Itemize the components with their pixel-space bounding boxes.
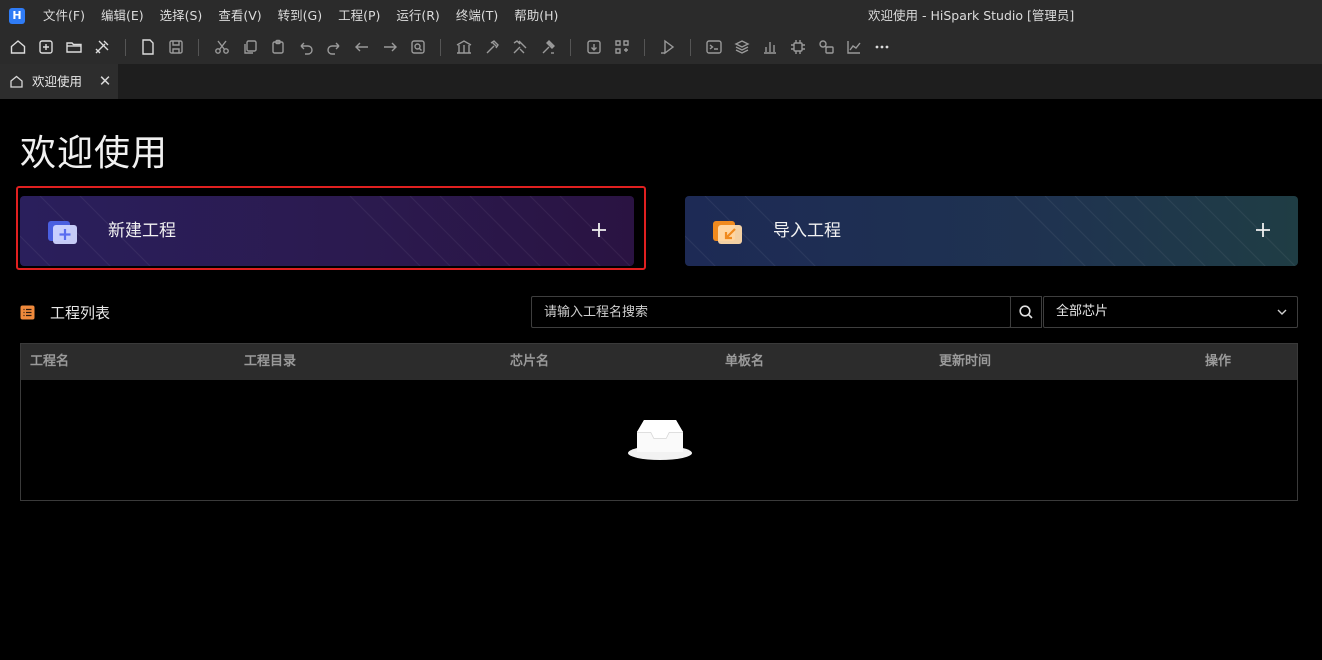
chip-filter-value: 全部芯片 bbox=[1056, 304, 1109, 319]
new-file-plus-icon[interactable] bbox=[36, 37, 56, 57]
menu-edit[interactable]: 编辑(E) bbox=[93, 0, 152, 31]
column-board-name: 单板名 bbox=[725, 354, 765, 369]
chip-icon[interactable] bbox=[788, 37, 808, 57]
more-icon[interactable] bbox=[872, 37, 892, 57]
plus-icon bbox=[1256, 223, 1270, 237]
toolbar bbox=[0, 31, 1322, 64]
back-icon[interactable] bbox=[352, 37, 372, 57]
chip-filter-select[interactable]: 全部芯片 bbox=[1043, 296, 1298, 328]
empty-inbox-icon bbox=[628, 420, 692, 460]
menu-project[interactable]: 工程(P) bbox=[330, 0, 388, 31]
new-project-label: 新建工程 bbox=[108, 221, 176, 241]
import-project-card[interactable]: 导入工程 bbox=[685, 196, 1298, 266]
toolbar-divider bbox=[690, 39, 691, 56]
column-update-time: 更新时间 bbox=[939, 354, 992, 369]
menu-bar: 文件(F) 编辑(E) 选择(S) 查看(V) 转到(G) 工程(P) 运行(R… bbox=[35, 0, 566, 31]
toolbar-divider bbox=[570, 39, 571, 56]
clean-icon[interactable] bbox=[538, 37, 558, 57]
open-folder-icon[interactable] bbox=[64, 37, 84, 57]
home-icon bbox=[10, 75, 23, 88]
chart-bar-icon[interactable] bbox=[760, 37, 780, 57]
redo-icon[interactable] bbox=[324, 37, 344, 57]
project-table: 工程名 工程目录 芯片名 单板名 更新时间 操作 bbox=[20, 343, 1298, 501]
peripheral-icon[interactable] bbox=[816, 37, 836, 57]
menu-go[interactable]: 转到(G) bbox=[270, 0, 330, 31]
search-icon bbox=[1019, 305, 1033, 319]
tab-label: 欢迎使用 bbox=[32, 74, 83, 89]
new-project-card[interactable]: 新建工程 bbox=[20, 196, 634, 266]
toolbar-divider bbox=[644, 39, 645, 56]
debug-icon[interactable] bbox=[612, 37, 632, 57]
rebuild-icon[interactable] bbox=[510, 37, 530, 57]
build-icon[interactable] bbox=[454, 37, 474, 57]
title-bar: H 文件(F) 编辑(E) 选择(S) 查看(V) 转到(G) 工程(P) 运行… bbox=[0, 0, 1322, 31]
import-project-label: 导入工程 bbox=[773, 221, 841, 241]
toolbar-divider bbox=[198, 39, 199, 56]
project-list-title: 工程列表 bbox=[50, 303, 111, 322]
forward-icon[interactable] bbox=[380, 37, 400, 57]
find-icon[interactable] bbox=[408, 37, 428, 57]
project-list-header: 工程列表 bbox=[20, 296, 110, 328]
terminal-icon[interactable] bbox=[704, 37, 724, 57]
menu-run[interactable]: 运行(R) bbox=[388, 0, 447, 31]
run-icon[interactable] bbox=[658, 37, 678, 57]
toolbar-divider bbox=[125, 39, 126, 56]
menu-help[interactable]: 帮助(H) bbox=[506, 0, 566, 31]
burn-icon[interactable] bbox=[584, 37, 604, 57]
close-icon[interactable]: ✕ bbox=[97, 73, 113, 89]
menu-file[interactable]: 文件(F) bbox=[35, 0, 93, 31]
tools-icon[interactable] bbox=[92, 37, 112, 57]
column-actions: 操作 bbox=[1205, 354, 1232, 369]
new-doc-icon[interactable] bbox=[138, 37, 158, 57]
column-project-name: 工程名 bbox=[30, 354, 70, 369]
search-button[interactable] bbox=[1010, 296, 1042, 328]
cut-icon[interactable] bbox=[212, 37, 232, 57]
menu-selection[interactable]: 选择(S) bbox=[152, 0, 211, 31]
table-header: 工程名 工程目录 芯片名 单板名 更新时间 操作 bbox=[21, 344, 1297, 380]
import-folder-icon bbox=[713, 221, 742, 244]
menu-view[interactable]: 查看(V) bbox=[210, 0, 269, 31]
app-logo-icon: H bbox=[9, 8, 25, 24]
copy-icon[interactable] bbox=[240, 37, 260, 57]
tab-welcome[interactable]: 欢迎使用 ✕ bbox=[0, 64, 118, 99]
column-chip-name: 芯片名 bbox=[510, 354, 550, 369]
home-icon[interactable] bbox=[8, 37, 28, 57]
project-search-input[interactable] bbox=[531, 296, 1011, 328]
column-project-dir: 工程目录 bbox=[244, 354, 297, 369]
save-icon[interactable] bbox=[166, 37, 186, 57]
menu-terminal[interactable]: 终端(T) bbox=[448, 0, 506, 31]
trend-icon[interactable] bbox=[844, 37, 864, 57]
hammer-icon[interactable] bbox=[482, 37, 502, 57]
toolbar-divider bbox=[440, 39, 441, 56]
window-title: 欢迎使用 - HiSpark Studio [管理员] bbox=[868, 8, 1075, 23]
new-folder-icon bbox=[48, 221, 77, 244]
list-icon bbox=[20, 305, 35, 319]
undo-icon[interactable] bbox=[296, 37, 316, 57]
layers-icon[interactable] bbox=[732, 37, 752, 57]
paste-icon[interactable] bbox=[268, 37, 288, 57]
tab-bar: 欢迎使用 ✕ bbox=[0, 64, 1322, 99]
plus-icon bbox=[592, 223, 606, 237]
page-title: 欢迎使用 bbox=[20, 133, 169, 174]
chevron-down-icon bbox=[1277, 309, 1287, 315]
